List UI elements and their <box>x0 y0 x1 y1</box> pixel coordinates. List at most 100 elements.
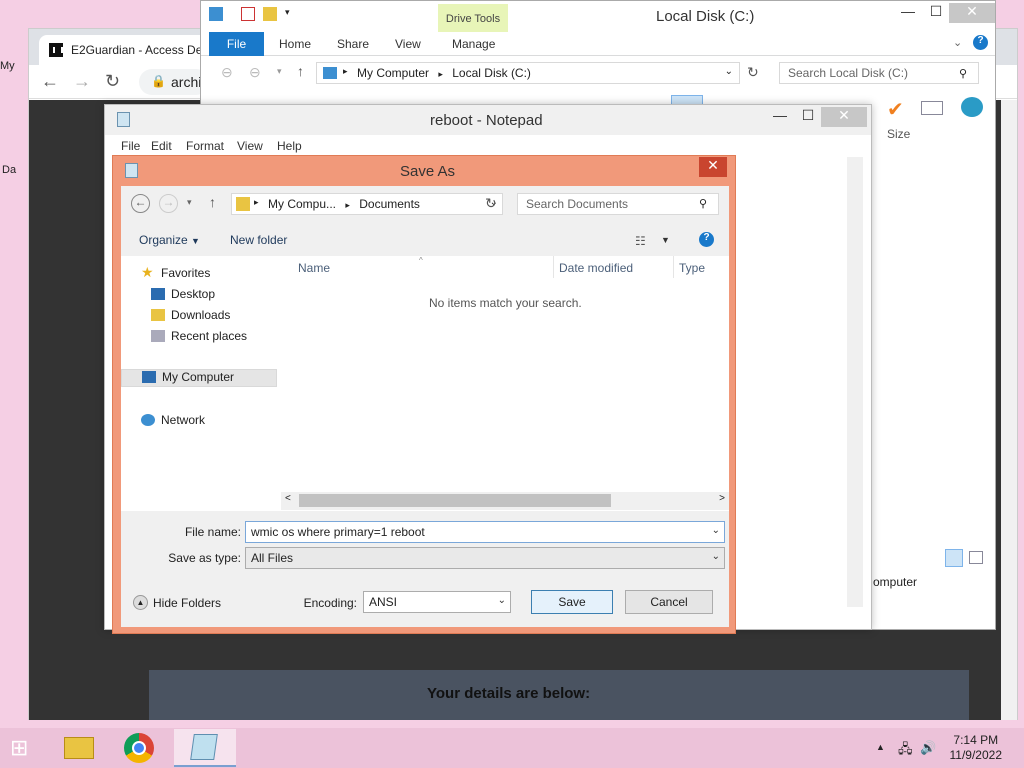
minimize-icon[interactable]: — <box>765 107 795 127</box>
sort-arrow-icon: ^ <box>419 256 423 265</box>
notepad-scrollbar[interactable] <box>847 157 863 607</box>
menu-view[interactable]: View <box>237 139 263 153</box>
address-bar[interactable]: 🔒 archi <box>139 69 209 95</box>
forward-icon[interactable]: → <box>73 71 91 92</box>
globe-icon[interactable] <box>961 97 983 117</box>
tab-home[interactable]: Home <box>279 37 311 51</box>
show-hidden-icons-icon[interactable]: ▲ <box>876 742 885 752</box>
start-icon[interactable]: ⊞ <box>10 737 38 760</box>
scrollbar-thumb[interactable] <box>299 494 611 507</box>
save-as-type-select[interactable]: All Files ⌄ <box>245 547 725 569</box>
chevron-down-icon[interactable]: ⌄ <box>498 595 506 606</box>
forward-icon[interactable]: ⊖ <box>249 64 261 81</box>
search-icon: ⚲ <box>959 68 968 80</box>
nav-item-my-computer[interactable]: My Computer <box>121 369 277 387</box>
new-folder-button[interactable]: New folder <box>230 233 287 247</box>
tab-manage[interactable]: Manage <box>452 37 495 51</box>
chevron-down-icon[interactable]: ▼ <box>661 235 670 245</box>
encoding-select[interactable]: ANSI ⌄ <box>363 591 511 613</box>
view-options-icon[interactable]: ☷ <box>635 234 646 248</box>
recent-locations-icon[interactable]: ▾ <box>187 197 192 208</box>
help-icon[interactable]: ? <box>699 232 714 247</box>
new-folder-icon[interactable] <box>263 7 277 21</box>
nav-item-label: My Computer <box>162 370 235 384</box>
chevron-down-icon[interactable]: ⌄ <box>712 551 720 562</box>
column-header-date-modified[interactable]: Date modified <box>559 261 633 275</box>
large-icons-view-icon[interactable] <box>969 551 983 564</box>
explorer-app-icon <box>209 7 223 21</box>
explorer-search-input[interactable]: Search Local Disk (C:) <box>779 62 979 84</box>
expand-ribbon-icon[interactable]: ⌄ <box>953 36 962 49</box>
drive-tools-tab[interactable]: Drive Tools <box>438 4 508 32</box>
nav-item-favorites[interactable]: ★ Favorites <box>141 264 210 284</box>
file-name-input[interactable]: wmic os where primary=1 reboot ⌄ <box>245 521 725 543</box>
horizontal-scrollbar[interactable]: < > <box>281 492 729 510</box>
column-header-size[interactable]: Size <box>887 127 910 141</box>
forward-icon[interactable]: → <box>159 194 178 213</box>
tab-share[interactable]: Share <box>337 37 369 51</box>
save-as-search-input[interactable]: Search Documents <box>517 193 719 215</box>
column-divider[interactable] <box>673 256 674 278</box>
nav-item-desktop[interactable]: Desktop <box>151 287 215 305</box>
menu-format[interactable]: Format <box>186 139 224 153</box>
recent-locations-icon[interactable]: ▾ <box>277 66 282 77</box>
reload-icon[interactable]: ↻ <box>105 71 120 92</box>
up-icon[interactable]: ↑ <box>297 63 304 79</box>
minimize-icon[interactable]: — <box>893 3 923 23</box>
refresh-icon[interactable]: ↻ <box>485 195 497 212</box>
properties-icon[interactable] <box>241 7 255 21</box>
volume-icon[interactable]: 🔊 <box>920 740 936 756</box>
cancel-button[interactable]: Cancel <box>625 590 713 614</box>
help-icon[interactable]: ? <box>973 35 988 50</box>
breadcrumb-local-disk[interactable]: Local Disk (C:) <box>452 66 531 80</box>
tab-file[interactable]: File <box>209 32 264 56</box>
breadcrumb-documents[interactable]: Documents <box>359 197 420 211</box>
menu-file[interactable]: File <box>121 139 140 153</box>
chrome-scrollbar[interactable] <box>1001 100 1017 720</box>
status-item-text: omputer <box>873 575 918 589</box>
scroll-left-icon[interactable]: < <box>285 493 291 504</box>
tab-view[interactable]: View <box>395 37 421 51</box>
scroll-right-icon[interactable]: > <box>719 493 725 504</box>
explorer-address-bar[interactable]: ▸ My Computer ▸ Local Disk (C:) ⌄ <box>316 62 740 84</box>
taskbar-notepad[interactable] <box>174 729 236 767</box>
clock-time: 7:14 PM <box>953 733 999 747</box>
up-icon[interactable]: ↑ <box>209 194 216 210</box>
details-view-icon[interactable] <box>945 549 963 567</box>
notepad-app-icon <box>125 163 138 178</box>
close-icon[interactable]: ✕ <box>821 107 867 127</box>
column-header-name[interactable]: Name <box>298 261 330 275</box>
maximize-icon[interactable]: ☐ <box>793 107 823 127</box>
address-dropdown-icon[interactable]: ⌄ <box>725 66 733 77</box>
nav-item-network[interactable]: Network <box>141 413 205 431</box>
breadcrumb-my-computer[interactable]: My Computer <box>357 66 429 80</box>
save-as-address-bar[interactable]: ▸ My Compu... ▸ Documents ⌄ <box>231 193 503 215</box>
back-icon[interactable]: ← <box>131 194 150 213</box>
column-header-type[interactable]: Type <box>679 261 705 275</box>
organize-button[interactable]: Organize ▼ <box>139 233 200 247</box>
desktop-icon-data[interactable]: Da <box>2 164 16 176</box>
back-icon[interactable]: ← <box>41 71 59 92</box>
rename-icon[interactable] <box>921 101 943 115</box>
customize-quick-access-icon[interactable]: ▾ <box>285 7 290 18</box>
maximize-icon[interactable]: ☐ <box>921 3 951 23</box>
taskbar-chrome[interactable] <box>110 729 172 767</box>
nav-item-downloads[interactable]: Downloads <box>151 308 230 326</box>
clock[interactable]: 7:14 PM 11/9/2022 <box>950 733 1003 763</box>
checkmark-icon[interactable]: ✔ <box>887 97 904 122</box>
nav-item-recent-places[interactable]: Recent places <box>151 329 247 347</box>
save-as-browser: ★ Favorites Desktop Downloads Recent pla… <box>121 256 729 511</box>
breadcrumb-my-computer[interactable]: My Compu... <box>268 197 336 211</box>
menu-edit[interactable]: Edit <box>151 139 172 153</box>
desktop-icon-my-computer[interactable]: My <box>0 60 15 72</box>
menu-help[interactable]: Help <box>277 139 302 153</box>
save-button[interactable]: Save <box>531 590 613 614</box>
back-icon[interactable]: ⊖ <box>221 64 233 81</box>
chevron-down-icon[interactable]: ⌄ <box>712 525 720 536</box>
close-icon[interactable]: ✕ <box>699 157 727 177</box>
network-tray-icon[interactable]: 🖧 <box>898 740 913 762</box>
taskbar-explorer[interactable] <box>48 729 110 767</box>
column-divider[interactable] <box>553 256 554 278</box>
close-icon[interactable]: ✕ <box>949 3 995 23</box>
refresh-icon[interactable]: ↻ <box>747 64 759 81</box>
